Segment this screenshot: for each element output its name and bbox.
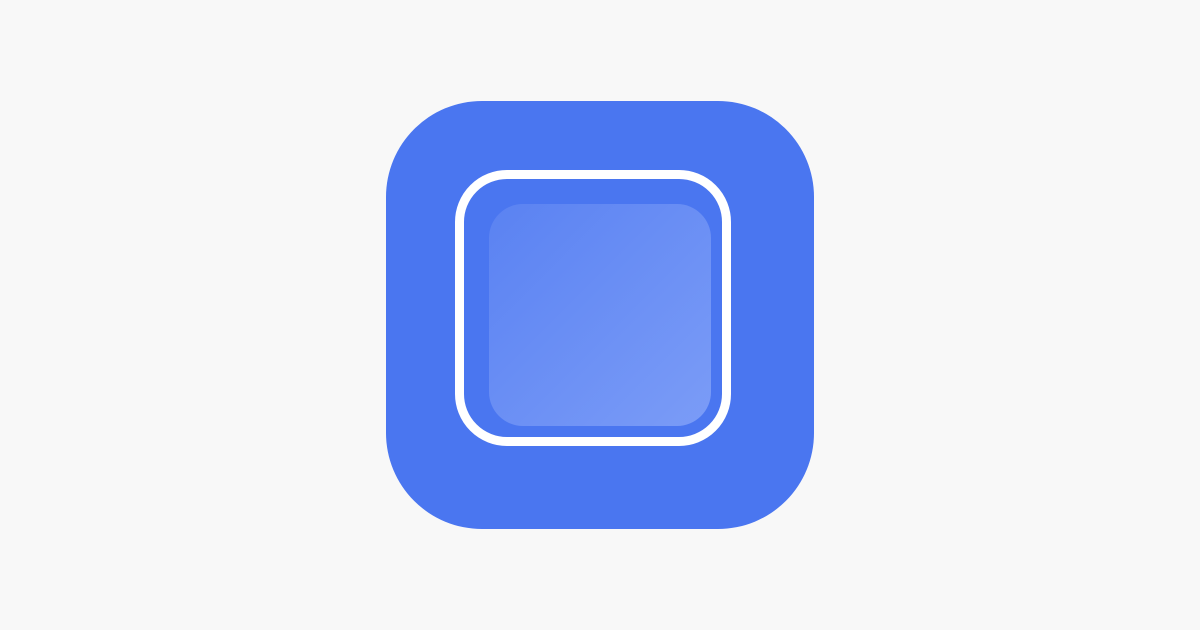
page: { "app_icon": { "semantic": "widget-icon…: [0, 0, 1200, 630]
widget-tile-icon: [489, 204, 711, 426]
app-icon: [386, 101, 814, 529]
